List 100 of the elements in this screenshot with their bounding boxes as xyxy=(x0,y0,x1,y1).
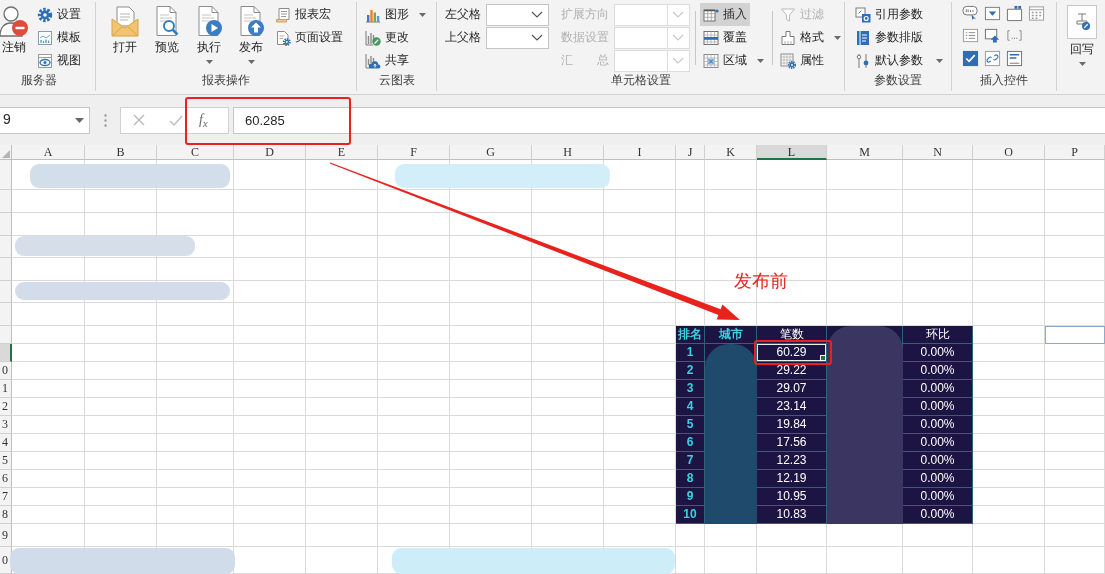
row-header[interactable]: 3 xyxy=(0,416,12,434)
row-header[interactable]: 7 xyxy=(0,488,12,506)
grid-cross-icon xyxy=(703,52,719,69)
ribbon-button[interactable]: 回写 xyxy=(1067,3,1097,66)
column-header[interactable]: M xyxy=(827,145,903,160)
ribbon-button[interactable]: 视图 xyxy=(34,49,84,72)
column-header[interactable]: K xyxy=(705,145,757,160)
ribbon-button[interactable]: 注销 xyxy=(0,3,28,55)
layout-icon xyxy=(855,29,871,46)
ribbon-button[interactable]: 格式 xyxy=(777,26,844,49)
fill-handle[interactable] xyxy=(820,355,826,361)
cancel-icon[interactable] xyxy=(133,114,145,126)
table-heading: 城市 xyxy=(705,326,757,344)
dropdown-icon[interactable] xyxy=(984,5,1001,22)
field-label: 左父格 xyxy=(445,7,482,22)
ribbon-button[interactable]: 参数排版 xyxy=(852,26,926,49)
ribbon-button[interactable]: 模板 xyxy=(34,26,84,49)
box-tile-icon xyxy=(855,6,871,23)
grid-dot-icon xyxy=(703,6,719,23)
slider-icon xyxy=(855,52,871,69)
formula-input[interactable]: 60.285 xyxy=(233,106,1105,134)
column-header[interactable]: F xyxy=(378,145,450,160)
column-header[interactable]: N xyxy=(903,145,973,160)
ribbon-button[interactable]: 区域 xyxy=(700,49,767,72)
table-heading: 笔数 xyxy=(757,326,827,344)
gear-icon xyxy=(37,6,53,23)
column-header[interactable]: I xyxy=(604,145,676,160)
column-header[interactable]: A xyxy=(12,145,85,160)
column-header[interactable]: C xyxy=(157,145,234,160)
row-header[interactable] xyxy=(0,344,12,362)
ribbon-button[interactable]: 引用参数 xyxy=(852,3,926,26)
envelope-icon xyxy=(110,5,140,37)
column-header[interactable]: O xyxy=(973,145,1045,160)
ribbon-button[interactable]: 图形 xyxy=(362,3,429,26)
checkbox-icon[interactable] xyxy=(962,49,979,67)
row-header[interactable]: 0 xyxy=(0,547,12,574)
name-box[interactable]: 9 xyxy=(0,106,90,134)
grid-gear-icon xyxy=(780,52,796,69)
caret-icon xyxy=(75,117,84,123)
filter-icon xyxy=(780,6,796,23)
text-lines-icon[interactable] xyxy=(1006,49,1023,67)
group-label: 报表操作 xyxy=(201,72,251,89)
combo-box[interactable] xyxy=(486,3,549,26)
pen-tile-icon xyxy=(1067,5,1097,39)
group-label: 云图表 xyxy=(377,72,416,89)
ribbon-button[interactable]: 插入 xyxy=(700,3,750,26)
chevron-down-icon xyxy=(672,11,684,18)
row-header[interactable]: 0 xyxy=(0,362,12,380)
row-header[interactable]: 5 xyxy=(0,452,12,470)
chevron-down-icon xyxy=(672,34,684,41)
chart-document-icon xyxy=(37,29,53,46)
row-header[interactable]: 2 xyxy=(0,398,12,416)
chart-pencil-icon xyxy=(365,29,381,46)
table-heading: 排名 xyxy=(676,326,705,344)
column-header[interactable]: E xyxy=(306,145,378,160)
column-header[interactable]: L xyxy=(757,145,827,160)
chevron-down-icon xyxy=(531,34,543,41)
ribbon-button[interactable]: 发布 xyxy=(230,3,272,64)
combo-box[interactable] xyxy=(486,26,549,49)
ribbon-button[interactable]: 共享 xyxy=(362,49,412,72)
row-header[interactable]: 8 xyxy=(0,506,12,524)
column-header[interactable]: B xyxy=(85,145,157,160)
column-header[interactable]: D xyxy=(234,145,306,160)
ribbon-button[interactable]: 属性 xyxy=(777,49,827,72)
row-header[interactable]: 9 xyxy=(0,524,12,547)
field-label: 汇 总 xyxy=(561,53,609,68)
corner-triangle-icon[interactable] xyxy=(2,150,10,158)
row-header[interactable]: 6 xyxy=(0,470,12,488)
check-icon[interactable] xyxy=(169,114,183,126)
tab-page-icon[interactable] xyxy=(1006,5,1023,22)
speech-bubble-icon[interactable] xyxy=(962,5,979,22)
ribbon-button[interactable]: 执行 xyxy=(188,3,230,64)
row-header[interactable]: 1 xyxy=(0,380,12,398)
column-header[interactable]: J xyxy=(676,145,705,160)
calendar-icon[interactable] xyxy=(1028,5,1045,22)
chevron-down-icon xyxy=(672,57,684,64)
ribbon-button[interactable]: 覆盖 xyxy=(700,26,750,49)
document-gear-icon xyxy=(275,29,291,46)
column-header[interactable]: P xyxy=(1045,145,1105,160)
ribbon-button[interactable]: 设置 xyxy=(34,3,84,26)
chart-cloud-icon xyxy=(365,52,381,69)
ribbon-button[interactable]: 页面设置 xyxy=(272,26,346,49)
box-arrow-icon[interactable] xyxy=(984,27,1001,45)
list-icon[interactable] xyxy=(962,27,979,45)
column-header[interactable]: H xyxy=(532,145,604,160)
scroll-icon xyxy=(275,6,291,23)
grip-icon xyxy=(104,113,107,127)
ribbon-button[interactable]: 报表宏 xyxy=(272,3,334,26)
ribbon-button[interactable]: 更改 xyxy=(362,26,412,49)
ribbon-button[interactable]: 默认参数 xyxy=(852,49,946,72)
grid-bar-icon xyxy=(703,29,719,46)
chevron-down-icon xyxy=(531,11,543,18)
link-icon[interactable] xyxy=(984,49,1001,67)
paint-brush-icon xyxy=(780,29,796,46)
ribbon-button[interactable]: 预览 xyxy=(146,3,188,55)
column-header[interactable]: G xyxy=(450,145,532,160)
row-header[interactable]: 4 xyxy=(0,434,12,452)
active-cell-frame[interactable]: 60.29 xyxy=(757,344,827,362)
insert-function-button[interactable]: f$_{x}$ xyxy=(196,113,211,127)
ribbon-button[interactable]: 打开 xyxy=(104,3,146,55)
